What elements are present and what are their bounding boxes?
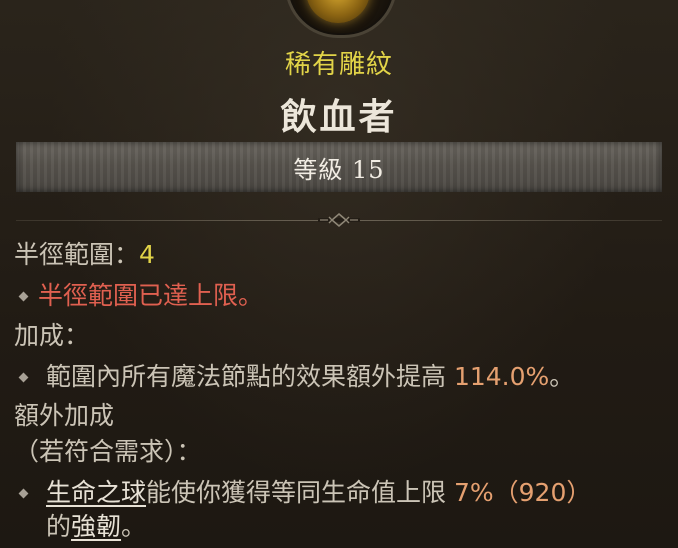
bonus-line: 範圍內所有魔法節點的效果額外提高 114.0%。 <box>46 362 574 392</box>
bullet-icon <box>18 291 29 302</box>
additional-value: 7%（920） <box>453 478 592 507</box>
additional-suffix: 。 <box>121 512 147 541</box>
glyph-tooltip: 稀有雕紋 飲血者 等級 15 半徑範圍：4 半徑範圍已達上限。 加成： 範圍內所… <box>0 0 678 548</box>
additional-line-1: 生命之球能使你獲得等同生命值上限 7%（920） <box>46 478 591 508</box>
bonus-value: 114.0% <box>453 362 550 391</box>
glyph-gem-icon <box>306 0 370 23</box>
glyph-name: 飲血者 <box>280 96 398 138</box>
additional-text-2: 的 <box>46 512 72 541</box>
requirement-note: （若符合需求）： <box>14 437 202 466</box>
radius-max-note: 半徑範圍已達上限。 <box>38 281 264 310</box>
bonus-suffix: 。 <box>549 362 575 391</box>
rarity-label: 稀有雕紋 <box>284 50 393 80</box>
level-label: 等級 15 <box>293 156 385 184</box>
bonus-header: 加成： <box>14 321 90 350</box>
fortify-link[interactable]: 強韌 <box>71 512 121 541</box>
radius-max-line: 半徑範圍已達上限。 <box>38 281 263 311</box>
divider-ornament-icon <box>318 212 360 228</box>
additional-text-1: 能使你獲得等同生命值上限 <box>146 478 454 507</box>
bonus-text: 範圍內所有魔法節點的效果額外提高 <box>46 362 454 391</box>
additional-line-2: 的強韌。 <box>46 512 146 542</box>
radius-label: 半徑範圍： <box>14 240 140 269</box>
radius-line: 半徑範圍：4 <box>14 240 155 270</box>
radius-value: 4 <box>139 240 155 269</box>
bullet-icon <box>18 488 29 499</box>
bullet-icon <box>18 372 29 383</box>
additional-header: 額外加成 <box>14 401 115 430</box>
life-orb-link[interactable]: 生命之球 <box>46 478 146 507</box>
glyph-medallion-icon <box>285 0 397 38</box>
level-bar: 等級 15 <box>16 142 662 192</box>
